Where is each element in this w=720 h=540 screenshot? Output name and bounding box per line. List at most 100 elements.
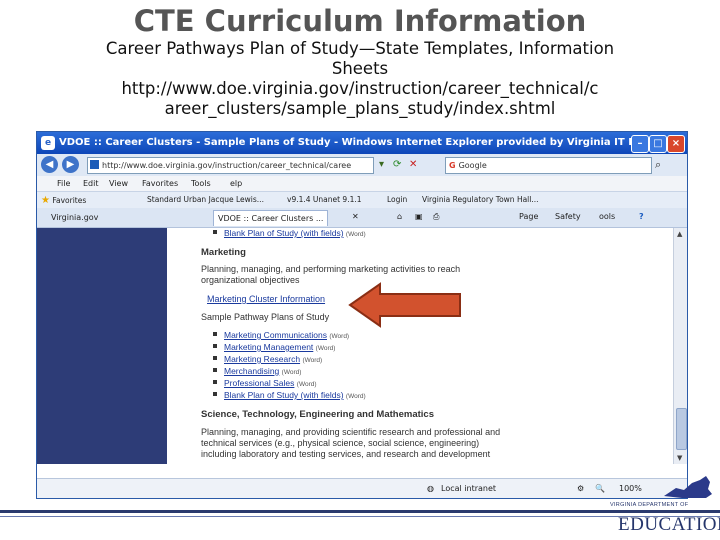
word-note: (Word) <box>345 231 366 238</box>
window-title: VDOE :: Career Clusters - Sample Plans o… <box>59 137 681 148</box>
subtitle-line: Sheets <box>331 59 389 78</box>
zoom-icon: 🔍 <box>595 484 605 493</box>
browser-titlebar: e VDOE :: Career Clusters - Sample Plans… <box>37 132 687 154</box>
plan-link[interactable]: Marketing Communications <box>224 330 327 340</box>
slide-title: CTE Curriculum Information <box>133 4 587 38</box>
footer-bar <box>0 510 720 513</box>
scroll-down-icon[interactable]: ▼ <box>677 454 682 462</box>
plan-link[interactable]: Merchandising <box>224 366 279 376</box>
url-text: http://www.doe.virginia.gov/instruction/… <box>102 161 352 170</box>
scroll-thumb[interactable] <box>676 408 687 450</box>
protected-mode-icon: ⚙ <box>577 484 585 493</box>
go-icon[interactable]: ▾ <box>379 159 384 170</box>
refresh-icon[interactable]: ⟳ <box>393 159 401 170</box>
print-icon[interactable]: ⎙ <box>433 212 439 222</box>
list-item: Professional Sales (Word) <box>213 378 317 388</box>
list-item: Marketing Research (Word) <box>213 354 322 364</box>
list-item: Marketing Management (Word) <box>213 342 335 352</box>
menu-bar: File Edit View Favorites Tools elp <box>37 176 687 191</box>
marketing-cluster-info-link[interactable]: Marketing Cluster Information <box>207 294 325 305</box>
word-note: (Word) <box>281 369 302 376</box>
status-bar: ◍ Local intranet ⚙ 🔍 100% <box>37 478 687 498</box>
link-item[interactable]: Login <box>387 195 407 204</box>
plan-link[interactable]: Professional Sales <box>224 378 294 388</box>
home-icon[interactable]: ⌂ <box>397 212 402 221</box>
description-line: organizational objectives <box>201 275 300 285</box>
list-item: Blank Plan of Study (with fields) (Word) <box>213 390 366 400</box>
favorites-bar: ★ Favorites Standard Urban Jacque Lewis.… <box>37 191 687 209</box>
logo-education-text: EDUCATION <box>618 514 720 535</box>
slide-subtitle: Career Pathways Plan of Study—State Temp… <box>14 39 706 119</box>
bullet-icon <box>213 230 217 234</box>
list-item: Merchandising (Word) <box>213 366 301 376</box>
scroll-up-icon[interactable]: ▲ <box>677 230 682 238</box>
stop-icon[interactable]: ✕ <box>409 159 417 170</box>
help-icon[interactable]: ? <box>639 212 644 221</box>
search-input[interactable]: G Google <box>445 157 652 174</box>
description-line: including laboratory and testing service… <box>201 449 491 459</box>
subtitle-url-line: areer_clusters/sample_plans_study/index.… <box>164 99 556 118</box>
blank-plan-link[interactable]: Blank Plan of Study (with fields) <box>224 228 344 238</box>
stem-heading: Science, Technology, Engineering and Mat… <box>201 409 434 420</box>
search-icon[interactable]: ⌕ <box>655 158 661 172</box>
bullet-icon <box>213 368 217 372</box>
link-item[interactable]: Virginia Regulatory Town Hall... <box>422 195 539 204</box>
link-item[interactable]: v9.1.4 Unanet 9.1.1 <box>287 195 362 204</box>
bullet-icon <box>213 356 217 360</box>
vertical-scrollbar[interactable]: ▲ ▼ <box>673 228 687 464</box>
virginia-map-icon <box>664 476 712 498</box>
menu-tools[interactable]: Tools <box>191 179 211 188</box>
close-button[interactable]: × <box>667 135 685 153</box>
stem-description: Planning, managing, and providing scient… <box>201 427 561 460</box>
forward-button[interactable]: ▶ <box>62 156 79 173</box>
marketing-heading: Marketing <box>201 247 246 258</box>
bullet-icon <box>213 332 217 336</box>
favicon-icon <box>90 160 99 169</box>
link-item[interactable]: Standard Urban Jacque Lewis... <box>147 195 264 204</box>
plan-link[interactable]: Marketing Management <box>224 342 313 352</box>
minimize-button[interactable]: – <box>631 135 649 153</box>
logo-department-text: VIRGINIA DEPARTMENT OF <box>610 502 689 508</box>
red-callout-arrow <box>348 282 461 328</box>
google-icon: G <box>449 161 456 170</box>
maximize-button[interactable]: □ <box>649 135 667 153</box>
close-tab-icon[interactable]: ✕ <box>352 212 359 221</box>
url-field[interactable]: http://www.doe.virginia.gov/instruction/… <box>87 157 374 174</box>
bullet-icon <box>213 344 217 348</box>
bullet-icon <box>213 392 217 396</box>
globe-icon: ◍ <box>427 484 434 493</box>
tab-vdoe-career-clusters[interactable]: VDOE :: Career Clusters ... <box>213 210 329 226</box>
feeds-icon[interactable]: ▣ <box>415 212 423 221</box>
word-note: (Word) <box>315 345 336 352</box>
search-placeholder: Google <box>458 161 487 170</box>
page-content: Blank Plan of Study (with fields) (Word)… <box>167 228 673 464</box>
footer-thin-line <box>0 516 720 517</box>
safety-menu[interactable]: Safety <box>555 212 581 221</box>
word-note: (Word) <box>345 393 366 400</box>
description-line: technical services (e.g., physical scien… <box>201 438 480 448</box>
page-menu[interactable]: Page <box>519 212 538 221</box>
menu-view[interactable]: View <box>109 179 128 188</box>
favorites-label: Favorites <box>52 196 87 205</box>
plan-link[interactable]: Blank Plan of Study (with fields) <box>224 390 344 400</box>
tools-menu[interactable]: ools <box>599 212 615 221</box>
menu-file[interactable]: File <box>57 179 70 188</box>
ie-logo-icon: e <box>41 136 55 150</box>
back-button[interactable]: ◀ <box>41 156 58 173</box>
menu-edit[interactable]: Edit <box>83 179 99 188</box>
menu-help[interactable]: elp <box>230 179 242 188</box>
menu-favorites[interactable]: Favorites <box>142 179 178 188</box>
plan-link[interactable]: Marketing Research <box>224 354 300 364</box>
zoom-level[interactable]: 100% <box>619 484 642 493</box>
tab-bar: Virginia.gov VDOE :: Career Clusters ...… <box>37 208 687 228</box>
map-shape <box>664 476 712 498</box>
subtitle-line: Career Pathways Plan of Study—State Temp… <box>105 39 615 58</box>
list-item: Blank Plan of Study (with fields) (Word) <box>213 228 366 238</box>
word-note: (Word) <box>302 357 323 364</box>
list-item: Marketing Communications (Word) <box>213 330 349 340</box>
description-line: Planning, managing, and providing scient… <box>201 427 501 437</box>
address-bar: ◀ ▶ http://www.doe.virginia.gov/instruct… <box>37 154 687 177</box>
star-icon: ★ <box>41 195 50 206</box>
favorites-button[interactable]: ★ Favorites <box>41 195 86 206</box>
tab-virginia-gov[interactable]: Virginia.gov <box>47 210 102 225</box>
